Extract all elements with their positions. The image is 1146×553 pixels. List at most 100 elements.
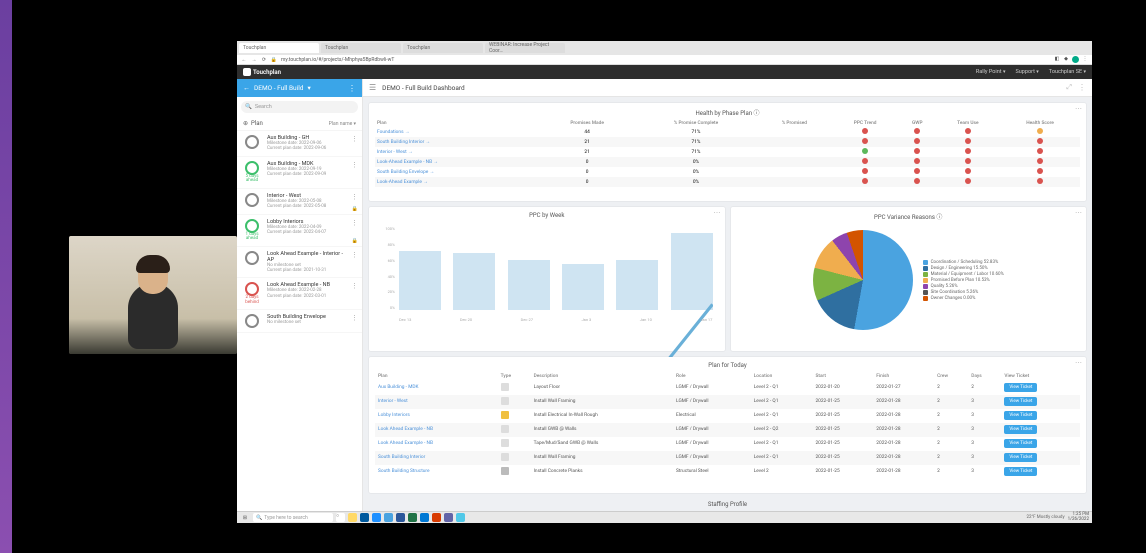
pinned-apps: ○ (336, 513, 465, 522)
expand-icon[interactable]: ⤢ (1066, 83, 1072, 92)
card-title: PPC by Week (375, 212, 719, 219)
hamburger-icon[interactable]: ☰ (369, 83, 376, 92)
sort-dropdown[interactable]: Plan name ▾ (329, 121, 356, 127)
status-dot (1037, 148, 1043, 154)
expand-icon[interactable]: ⊕ (243, 120, 248, 127)
app-logo[interactable]: Touchplan (243, 68, 281, 76)
chevron-down-icon[interactable]: ▾ (307, 84, 310, 92)
plan-link[interactable]: Interior - West → (375, 147, 540, 157)
app-icon[interactable] (408, 513, 417, 522)
plan-item[interactable]: Look Ahead Example - Interior - AP No mi… (237, 247, 362, 279)
info-icon[interactable]: ⓘ (754, 110, 760, 117)
plan-item[interactable]: South Building Envelope No milestone set… (237, 310, 362, 333)
card-menu-icon[interactable]: ⋯ (1075, 359, 1082, 367)
card-menu-icon[interactable]: ⋯ (714, 209, 721, 217)
plan-link[interactable]: South Building Envelope → (375, 167, 540, 177)
status-dot (965, 158, 971, 164)
info-icon[interactable]: ⓘ (936, 214, 942, 221)
weather-widget[interactable]: 22°F Mostly cloudy (1026, 515, 1064, 520)
status-dot (914, 138, 920, 144)
extension-icon[interactable]: ◆ (1063, 56, 1069, 62)
app-icon[interactable] (360, 513, 369, 522)
view-ticket-button[interactable]: View Ticket (1004, 397, 1037, 406)
plan-link[interactable]: South Building Structure (375, 465, 498, 479)
plan-list: Aux Building - GH Milestone date: 2022-0… (237, 131, 362, 333)
url-text[interactable]: my.touchplan.io/#/projects/-Mhphya5BpRdb… (281, 57, 1050, 63)
view-ticket-button[interactable]: View Ticket (1004, 425, 1037, 434)
plan-item[interactable]: Aux Building - GH Milestone date: 2022-0… (237, 131, 362, 157)
menu-user[interactable]: Touchplan SE ▾ (1049, 69, 1086, 75)
menu-rally-point[interactable]: Rally Point ▾ (976, 69, 1006, 75)
more-icon[interactable]: ⋮ (351, 251, 358, 274)
legend-item: Promised Before Plan 10.53% (923, 278, 1004, 283)
view-ticket-button[interactable]: View Ticket (1004, 411, 1037, 420)
more-icon[interactable]: ⋮ (1078, 83, 1086, 92)
browser-tab[interactable]: Touchplan (403, 43, 483, 53)
lock-icon: 🔒 (271, 57, 277, 63)
forward-icon[interactable]: → (251, 57, 257, 63)
view-ticket-button[interactable]: View Ticket (1004, 453, 1037, 462)
card-menu-icon[interactable]: ⋯ (1075, 105, 1082, 113)
plan-item[interactable]: 1 days ahead Lobby Interiors Milestone d… (237, 215, 362, 247)
card-menu-icon[interactable]: ⋯ (1075, 209, 1082, 217)
col-header: Crew (934, 372, 968, 381)
plan-link[interactable]: Look Ahead Example - NB (375, 437, 498, 451)
status-dot (914, 178, 920, 184)
sidebar-search[interactable]: 🔍 Search (241, 101, 358, 113)
browser-tab[interactable]: Touchplan (321, 43, 401, 53)
app-icon[interactable] (384, 513, 393, 522)
app-icon[interactable] (456, 513, 465, 522)
more-icon[interactable]: ⋮ (351, 282, 358, 305)
menu-icon[interactable]: ⋮ (1082, 56, 1088, 62)
chevron-down-icon: ▾ (1003, 69, 1006, 75)
plan-link[interactable]: Look Ahead Example - NB (375, 423, 498, 437)
more-icon[interactable]: ⋮ (351, 135, 358, 152)
menu-support[interactable]: Support ▾ (1015, 69, 1038, 75)
extension-icon[interactable]: ◧ (1054, 56, 1060, 62)
plan-milestone: No milestone set (267, 320, 347, 325)
plan-link[interactable]: Interior - West (375, 395, 498, 409)
app-icon[interactable] (444, 513, 453, 522)
browser-tab[interactable]: WEBINAR: Increase Project Coor… (485, 43, 565, 53)
more-icon[interactable]: ⋮ (351, 161, 358, 184)
view-ticket-button[interactable]: View Ticket (1004, 467, 1037, 476)
app-icon[interactable] (432, 513, 441, 522)
status-ring-icon (245, 135, 259, 149)
plan-link[interactable]: South Building Interior → (375, 137, 540, 147)
plan-link[interactable]: Foundations → (375, 127, 540, 137)
view-ticket-button[interactable]: View Ticket (1004, 439, 1037, 448)
plan-item[interactable]: 2 days behind Look Ahead Example - NB Mi… (237, 278, 362, 310)
plan-current: Current plan date: 2021-10-31 (267, 268, 347, 273)
app-icon[interactable]: ○ (336, 513, 345, 522)
browser-tab[interactable]: Touchplan (239, 43, 319, 53)
back-icon[interactable]: ← (241, 57, 247, 63)
plan-link[interactable]: South Building Interior (375, 451, 498, 465)
browser-tab-strip: Touchplan Touchplan Touchplan WEBINAR: I… (237, 41, 1092, 55)
plan-link[interactable]: Look-Ahead Example - NB → (375, 157, 540, 167)
more-icon[interactable]: ⋮ (348, 84, 356, 93)
type-chip (501, 383, 509, 391)
today-row: Aux Building - MDK Layout FloorLGMF / Dr… (375, 381, 1080, 395)
start-button[interactable]: ⊞ (240, 513, 250, 523)
status-ring-icon (245, 219, 259, 233)
app-icon[interactable] (348, 513, 357, 522)
plan-item[interactable]: 5 days ahead Aux Building - MDK Mileston… (237, 157, 362, 189)
app-icon[interactable] (420, 513, 429, 522)
plan-item[interactable]: Interior - West Milestone date: 2022-05-… (237, 189, 362, 215)
reload-icon[interactable]: ⟳ (261, 57, 267, 63)
plan-link[interactable]: Aux Building - MDK (375, 381, 498, 395)
plan-link[interactable]: Look-Ahead Example → (375, 177, 540, 187)
browser-window: Touchplan Touchplan Touchplan WEBINAR: I… (237, 41, 1092, 523)
back-arrow-icon[interactable]: ← (243, 84, 250, 92)
profile-avatar[interactable] (1072, 56, 1079, 63)
status-dot (1037, 128, 1043, 134)
clock[interactable]: 1:25 PM 1/26/2022 (1068, 513, 1089, 522)
left-gradient (0, 0, 12, 553)
app-icon[interactable] (372, 513, 381, 522)
view-ticket-button[interactable]: View Ticket (1004, 383, 1037, 392)
app-icon[interactable] (396, 513, 405, 522)
plan-link[interactable]: Lobby Interiors (375, 409, 498, 423)
logo-mark-icon (243, 68, 251, 76)
taskbar-search[interactable]: 🔍 Type here to search (253, 513, 333, 522)
more-icon[interactable]: ⋮ (351, 314, 358, 328)
